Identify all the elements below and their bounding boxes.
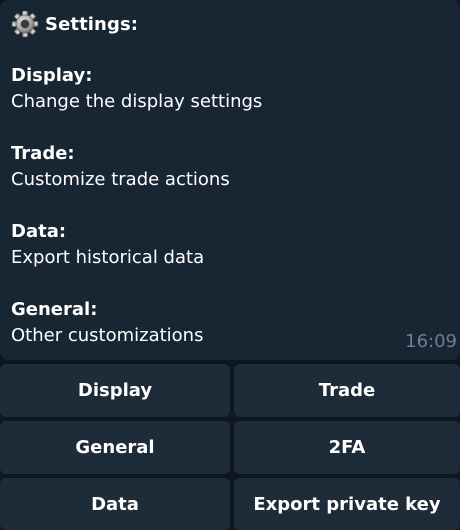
section-description: Export historical data <box>11 247 205 268</box>
section-trade: Trade: Customize trade actions <box>11 141 441 193</box>
two-factor-auth-button[interactable]: 2FA <box>234 421 460 474</box>
message-title-row: Settings: <box>11 10 138 38</box>
section-display: Display: Change the display settings <box>11 63 441 115</box>
data-button[interactable]: Data <box>0 478 230 530</box>
message-timestamp: 16:09 <box>405 331 457 352</box>
display-button[interactable]: Display <box>0 364 230 417</box>
message-title: Settings: <box>45 13 139 35</box>
section-heading: General: <box>11 299 98 320</box>
gear-icon <box>11 10 39 38</box>
section-description: Customize trade actions <box>11 169 230 190</box>
section-description: Other customizations <box>11 325 204 346</box>
section-heading: Data: <box>11 221 67 242</box>
section-data: Data: Export historical data <box>11 219 441 271</box>
settings-message: Settings: Display: Change the display se… <box>0 0 460 360</box>
general-button[interactable]: General <box>0 421 230 474</box>
section-general: General: Other customizations <box>11 297 441 349</box>
trade-button[interactable]: Trade <box>234 364 460 417</box>
section-heading: Display: <box>11 65 93 86</box>
export-private-key-button[interactable]: Export private key <box>234 478 460 530</box>
section-description: Change the display settings <box>11 91 263 112</box>
section-heading: Trade: <box>11 143 75 164</box>
